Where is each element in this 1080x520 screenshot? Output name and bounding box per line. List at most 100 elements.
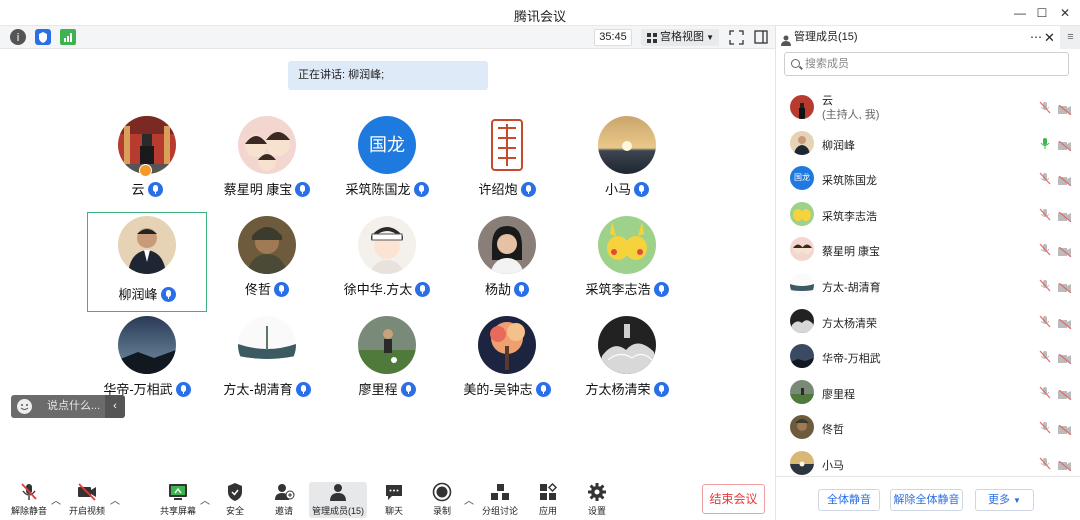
mic-muted-icon[interactable] (1039, 208, 1051, 221)
settings-button[interactable]: 设置 (572, 482, 622, 518)
camera-off-icon[interactable] (1058, 138, 1072, 152)
caret-down-icon: ▼ (706, 33, 714, 42)
mic-on-icon[interactable] (1039, 137, 1051, 150)
mic-muted-icon[interactable] (1039, 243, 1051, 256)
breakout-rooms-button[interactable]: 分组讨论 (475, 482, 525, 518)
participant-tile-active[interactable]: 柳润峰 (87, 212, 207, 312)
chat-quick-input[interactable]: 说点什么... ‹ (11, 395, 125, 418)
mic-muted-icon[interactable] (1039, 315, 1051, 328)
chat-button[interactable]: 聊天 (369, 482, 419, 518)
sidebar-toggle-icon[interactable] (754, 30, 768, 44)
camera-off-icon[interactable] (1058, 244, 1072, 258)
member-row[interactable]: 方太-胡清育 (776, 268, 1080, 304)
participant-tile[interactable]: 采筑李志浩 (567, 212, 687, 312)
view-mode-dropdown[interactable]: 宫格视图 ▼ (641, 29, 719, 46)
avatar (358, 216, 416, 274)
camera-off-icon[interactable] (1058, 102, 1072, 116)
camera-off-icon[interactable] (1058, 458, 1072, 472)
mic-muted-icon[interactable] (1039, 172, 1051, 185)
signal-icon[interactable] (60, 29, 76, 45)
participant-name: 佟哲 (207, 279, 327, 298)
avatar (478, 216, 536, 274)
participant-name: 蔡星明 康宝 (207, 179, 327, 198)
mic-muted-icon[interactable] (1039, 101, 1051, 114)
invite-button[interactable]: 邀请 (259, 482, 309, 518)
member-row[interactable]: 云 (主持人, 我) (776, 90, 1080, 126)
unmute-all-button[interactable]: 解除全体静音 (890, 489, 963, 511)
chevron-up-icon[interactable]: ︿ (200, 492, 210, 507)
breakout-label: 分组讨论 (481, 506, 518, 516)
participant-tile[interactable]: 方太-胡清育 (207, 312, 327, 412)
participant-tile[interactable]: 国龙 采筑陈国龙 (327, 112, 447, 212)
security-button[interactable]: 安全 (210, 482, 260, 518)
start-video-button[interactable]: 开启视频 (62, 482, 112, 518)
camera-off-icon[interactable] (1058, 422, 1072, 436)
participant-tile[interactable]: 许绍炮 (447, 112, 567, 212)
member-row[interactable]: 廖里程 (776, 375, 1080, 411)
member-row[interactable]: 采筑李志浩 (776, 197, 1080, 233)
manage-members-label: 管理成员(15) (311, 506, 364, 516)
mic-icon (653, 382, 669, 397)
manage-members-button[interactable]: 管理成员(15) (309, 482, 367, 518)
participant-tile[interactable]: 小马 (567, 112, 687, 212)
collapse-chevron-icon[interactable]: ‹ (105, 395, 125, 418)
speaking-indicator: 正在讲话: 柳润峰; (288, 61, 488, 90)
minimize-button[interactable]: — (1011, 4, 1029, 22)
member-row[interactable]: 佟哲 (776, 410, 1080, 446)
member-search-input[interactable]: 搜索成员 (784, 52, 1069, 76)
participant-tile[interactable]: 佟哲 (207, 212, 327, 312)
shield-icon[interactable] (35, 29, 51, 45)
avatar (598, 316, 656, 374)
record-button[interactable]: 录制 (417, 482, 467, 518)
apps-icon (537, 482, 559, 502)
fullscreen-icon[interactable] (729, 30, 744, 45)
mic-muted-icon[interactable] (1039, 457, 1051, 470)
info-icon[interactable]: i (10, 29, 26, 45)
participant-tile[interactable]: 方太杨清荣 (567, 312, 687, 412)
participant-name: 许绍炮 (447, 179, 567, 198)
mic-muted-icon[interactable] (1039, 421, 1051, 434)
camera-off-icon[interactable] (1058, 280, 1072, 294)
mute-all-button[interactable]: 全体静音 (818, 489, 880, 511)
unmute-button[interactable]: 解除静音 (4, 482, 54, 518)
apps-button[interactable]: 应用 (523, 482, 573, 518)
member-row[interactable]: 国龙 采筑陈国龙 (776, 161, 1080, 197)
member-row[interactable]: 蔡星明 康宝 (776, 232, 1080, 268)
camera-off-icon[interactable] (1058, 209, 1072, 223)
participant-tile[interactable]: 蔡星明 康宝 (207, 112, 327, 212)
more-button[interactable]: 更多 ▼ (975, 489, 1034, 511)
person-icon (781, 32, 791, 46)
participant-tile[interactable]: 美的-吴钟志 (447, 312, 567, 412)
camera-off-icon[interactable] (1058, 316, 1072, 330)
participant-name: 小马 (567, 179, 687, 198)
participant-name: 采筑陈国龙 (327, 179, 447, 198)
participant-tile[interactable]: 云 (87, 112, 207, 212)
chevron-up-icon[interactable]: ︿ (464, 492, 474, 507)
member-row[interactable]: 方太杨清荣 (776, 304, 1080, 340)
close-button[interactable]: ✕ (1056, 4, 1074, 22)
more-options-icon[interactable]: ⋯ (1030, 26, 1042, 49)
member-row[interactable]: 柳润峰 (776, 126, 1080, 162)
participant-tile[interactable]: 徐中华.方太 (327, 212, 447, 312)
avatar-text: 国龙 (369, 135, 405, 155)
camera-off-icon[interactable] (1058, 387, 1072, 401)
mic-muted-icon[interactable] (1039, 386, 1051, 399)
mic-muted-icon[interactable] (1039, 279, 1051, 292)
chevron-up-icon[interactable]: ︿ (110, 492, 120, 507)
mic-icon (415, 282, 431, 297)
participant-tile[interactable]: 廖里程 (327, 312, 447, 412)
participant-tile[interactable]: 杨劼 (447, 212, 567, 312)
gear-icon (586, 482, 608, 502)
maximize-button[interactable]: ☐ (1033, 4, 1051, 22)
close-panel-icon[interactable]: ✕ (1044, 26, 1055, 49)
chevron-up-icon[interactable]: ︿ (51, 492, 61, 507)
mic-muted-icon[interactable] (1039, 350, 1051, 363)
member-row[interactable]: 华帝-万相武 (776, 339, 1080, 375)
menu-icon[interactable]: ≡ (1060, 26, 1080, 49)
chat-placeholder: 说点什么... (47, 400, 101, 412)
end-meeting-button[interactable]: 结束会议 (702, 484, 765, 514)
share-screen-button[interactable]: 共享屏幕 (153, 482, 203, 518)
camera-off-icon[interactable] (1058, 173, 1072, 187)
camera-off-icon[interactable] (1058, 351, 1072, 365)
emoji-icon[interactable] (17, 399, 32, 414)
